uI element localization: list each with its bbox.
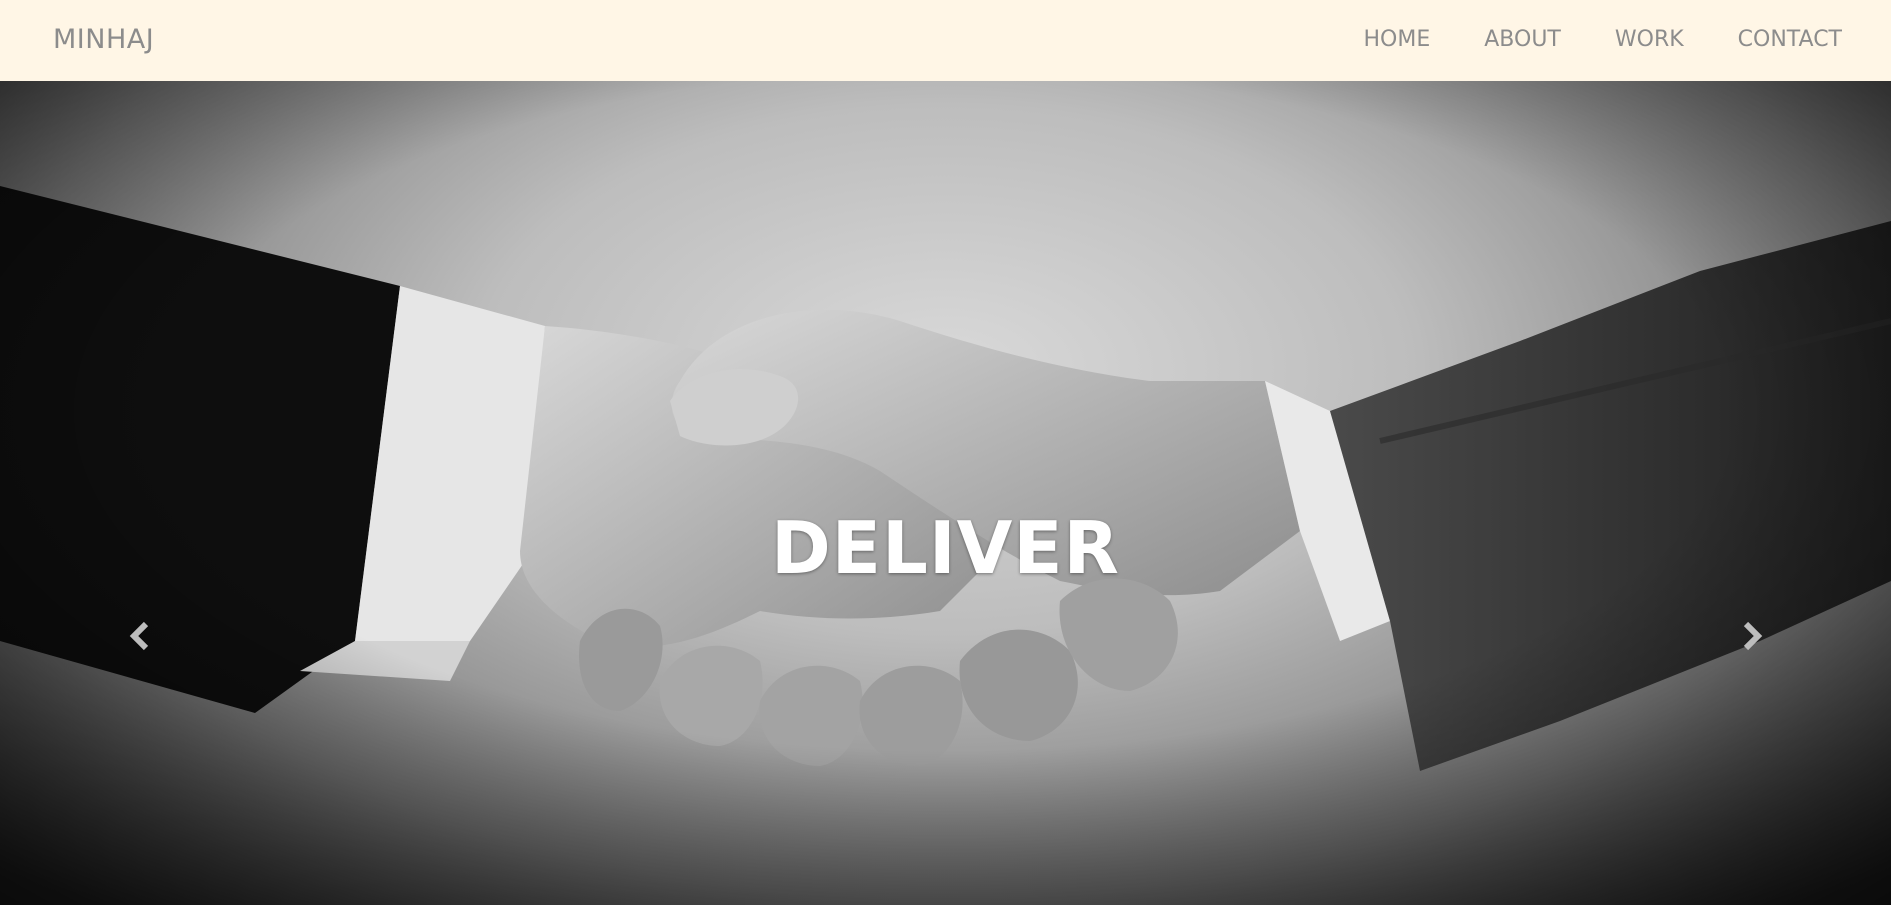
chevron-left-icon xyxy=(129,621,149,651)
carousel-next-button[interactable] xyxy=(1732,616,1772,656)
nav-link-work[interactable]: WORK xyxy=(1615,24,1684,56)
carousel-prev-button[interactable] xyxy=(120,616,160,656)
nav-item-contact: CONTACT xyxy=(1738,24,1842,56)
nav-link-about[interactable]: ABOUT xyxy=(1484,24,1561,56)
nav-item-home: HOME xyxy=(1364,24,1431,56)
nav-menu: HOME ABOUT WORK CONTACT xyxy=(1310,24,1843,56)
nav-link-home[interactable]: HOME xyxy=(1364,24,1431,56)
nav-link-contact[interactable]: CONTACT xyxy=(1738,24,1842,56)
hero-carousel: DELIVER xyxy=(0,81,1891,905)
navbar: MINHAJ HOME ABOUT WORK CONTACT xyxy=(0,0,1891,81)
chevron-right-icon xyxy=(1743,621,1763,651)
brand-logo[interactable]: MINHAJ xyxy=(53,24,154,56)
handshake-image xyxy=(0,81,1891,905)
carousel-caption: DELIVER xyxy=(771,506,1120,590)
nav-item-about: ABOUT xyxy=(1484,24,1561,56)
nav-item-work: WORK xyxy=(1615,24,1684,56)
